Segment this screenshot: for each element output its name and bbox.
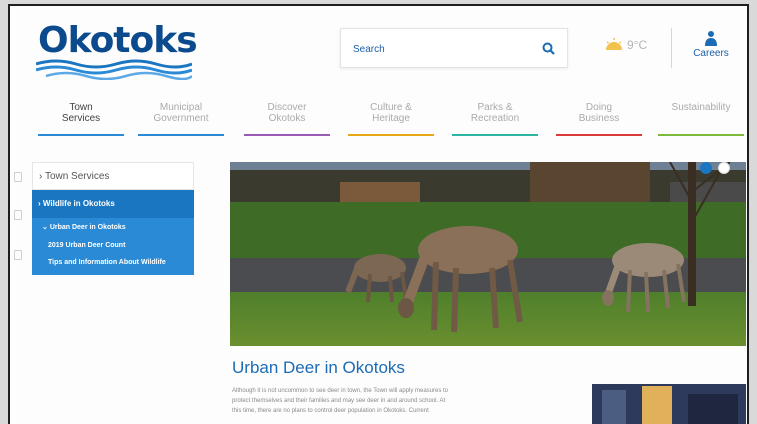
nav-discover-okotoks[interactable]: Discover Okotoks [244, 102, 330, 136]
page-title: Urban Deer in Okotoks [232, 358, 405, 377]
sidebar-heading[interactable]: › Town Services [32, 162, 194, 190]
site-logo[interactable]: Okotoks [36, 20, 198, 80]
sidebar-heading-label: Town Services [44, 171, 110, 182]
body-line: Although it is not uncommon to see deer … [232, 388, 449, 394]
logo-waves-icon [36, 59, 192, 80]
nav-label-line2: Government [153, 113, 209, 124]
deer-photo [230, 162, 746, 346]
nav-sustainability[interactable]: Sustainability [658, 102, 744, 136]
nav-town-services[interactable]: Town Services [38, 102, 124, 136]
edge-icon [14, 250, 22, 260]
edge-icon [14, 210, 22, 220]
sidebar-nav: › Town Services › Wildlife in Okotoks ⌄ … [32, 162, 194, 275]
edge-icon [14, 172, 22, 182]
sidebar-item-label: Tips and Information About Wildlife [48, 259, 166, 266]
sidebar-item-urban-deer[interactable]: ⌄ Urban Deer in Okotoks [32, 218, 194, 237]
weather-temperature: 9°C [627, 38, 648, 52]
nav-underline [38, 134, 124, 136]
careers-link[interactable]: Careers [683, 30, 739, 59]
body-text: Although it is not uncommon to see deer … [232, 386, 542, 416]
careers-label: Careers [693, 48, 729, 59]
carousel-dot-1[interactable] [700, 162, 712, 174]
nav-label-line1: Discover [267, 102, 307, 113]
nav-underline [452, 134, 538, 136]
carousel-dot-2[interactable] [718, 162, 730, 174]
nav-municipal-government[interactable]: Municipal Government [138, 102, 224, 136]
nav-label-line1: Municipal [159, 102, 203, 113]
browser-frame: Okotoks 9°C Careers [8, 4, 749, 424]
sidebar-item-label: Urban Deer in Okotoks [49, 224, 126, 231]
nav-underline [556, 134, 642, 136]
hero-carousel-image[interactable] [230, 162, 746, 346]
nav-doing-business[interactable]: Doing Business [556, 102, 642, 136]
person-icon [705, 31, 717, 46]
nav-underline [244, 134, 330, 136]
logo-wordmark: Okotoks [38, 20, 198, 61]
sidebar-item-wildlife-tips[interactable]: Tips and Information About Wildlife [32, 254, 194, 275]
sidebar-item-deer-count[interactable]: 2019 Urban Deer Count [32, 237, 194, 254]
nav-label-line2: Sustainability [671, 102, 731, 113]
side-thumbnail-image[interactable] [592, 384, 746, 424]
thumbnail-photo [592, 384, 746, 424]
sidebar-item-label: 2019 Urban Deer Count [48, 242, 126, 249]
main-nav: Town Services Municipal Government Disco… [38, 102, 747, 136]
search-icon[interactable] [541, 41, 557, 57]
sidebar-item-wildlife[interactable]: › Wildlife in Okotoks [32, 190, 194, 218]
search-box[interactable] [340, 28, 568, 68]
nav-label-line1: Culture & [370, 102, 412, 113]
sidebar-item-label: Wildlife in Okotoks [42, 199, 115, 208]
sun-cloud-icon [606, 38, 622, 50]
body-line: protect themselves and their families an… [232, 398, 446, 404]
nav-label-line1: Parks & [477, 102, 513, 113]
body-line: this time, there are no plans to control… [232, 408, 429, 414]
nav-label-line1: Town [69, 102, 93, 113]
nav-culture-heritage[interactable]: Culture & Heritage [348, 102, 434, 136]
nav-label-line2: Business [578, 113, 620, 124]
nav-underline [658, 134, 744, 136]
nav-parks-recreation[interactable]: Parks & Recreation [452, 102, 538, 136]
nav-underline [138, 134, 224, 136]
nav-label-line2: Heritage [372, 113, 410, 124]
header-divider [671, 28, 672, 68]
nav-label-line2: Services [61, 113, 101, 124]
nav-label-line2: Recreation [470, 113, 520, 124]
nav-label-line1: Doing [585, 102, 613, 113]
nav-label-line2: Okotoks [268, 113, 306, 124]
nav-underline [348, 134, 434, 136]
search-input[interactable] [353, 41, 533, 57]
chevron-down-icon: ⌄ [42, 224, 50, 231]
